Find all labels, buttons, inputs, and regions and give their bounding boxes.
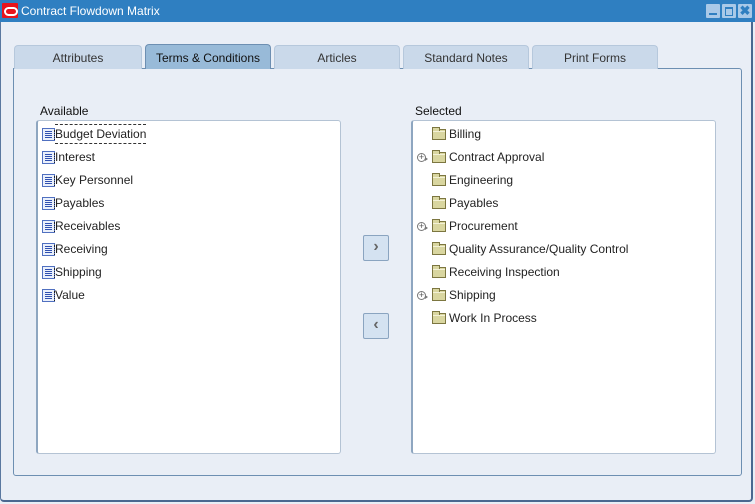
tree-node-label: Work In Process	[449, 311, 537, 325]
tree-node[interactable]: + Procurement	[413, 216, 713, 236]
tree-node[interactable]: Quality Assurance/Quality Control	[413, 239, 713, 259]
folder-icon	[432, 288, 446, 301]
tree-node-label: Payables	[449, 196, 499, 210]
folder-icon	[432, 173, 446, 186]
folder-icon	[432, 150, 446, 163]
minimize-button[interactable]	[706, 4, 720, 18]
tree-node-label: Procurement	[449, 219, 518, 233]
tab-print-forms[interactable]: Print Forms	[532, 45, 658, 69]
available-item-label: Budget Deviation	[55, 124, 147, 144]
window-title: Contract Flowdown Matrix	[21, 4, 160, 18]
available-item-label: Shipping	[55, 265, 102, 279]
folder-icon	[432, 311, 446, 324]
available-item-label: Receiving	[55, 242, 108, 256]
tab-articles[interactable]: Articles	[274, 45, 400, 69]
available-item-label: Interest	[55, 150, 96, 164]
folder-icon	[432, 127, 446, 140]
tree-node[interactable]: Billing	[413, 124, 713, 144]
selected-label: Selected	[415, 104, 462, 118]
folder-icon	[432, 265, 446, 278]
available-item-label: Payables	[55, 196, 105, 210]
tree-node-label: Billing	[449, 127, 482, 141]
tree-node-label: Contract Approval	[449, 150, 545, 164]
tree-node-label: Engineering	[449, 173, 514, 187]
available-item-label: Receivables	[55, 219, 121, 233]
tree-node[interactable]: + Shipping	[413, 285, 713, 305]
available-label: Available	[40, 104, 89, 118]
maximize-button[interactable]	[722, 4, 736, 18]
folder-icon	[432, 219, 446, 232]
document-icon	[42, 289, 55, 302]
tree-node[interactable]: Receiving Inspection	[413, 262, 713, 282]
chevron-left-icon: ‹	[373, 316, 379, 333]
close-button[interactable]: ✖	[738, 3, 752, 18]
available-item-label: Value	[55, 288, 85, 302]
document-icon	[42, 243, 55, 256]
tree-node[interactable]: Work In Process	[413, 308, 713, 328]
tab-terms-and-conditions[interactable]: Terms & Conditions	[145, 44, 271, 69]
tree-node[interactable]: + Contract Approval	[413, 147, 713, 167]
close-icon: ✖	[739, 3, 751, 18]
document-icon	[42, 220, 55, 233]
folder-icon	[432, 242, 446, 255]
chevron-right-icon: ›	[373, 238, 379, 255]
tab-standard-notes[interactable]: Standard Notes	[403, 45, 529, 69]
folder-icon	[432, 196, 446, 209]
document-icon	[42, 197, 55, 210]
oracle-logo-icon	[2, 3, 18, 18]
move-right-button[interactable]: ›	[363, 235, 389, 261]
tree-node[interactable]: Payables	[413, 193, 713, 213]
move-left-button[interactable]: ‹	[363, 313, 389, 339]
available-list[interactable]: Budget Deviation Interest Key Personnel …	[36, 120, 341, 454]
tree-node-label: Shipping	[449, 288, 496, 302]
document-icon	[42, 266, 55, 279]
tab-attributes[interactable]: Attributes	[14, 45, 142, 69]
tree-node-label: Receiving Inspection	[449, 265, 560, 279]
expand-icon[interactable]: +	[417, 153, 428, 162]
document-icon	[42, 174, 55, 187]
document-icon	[42, 151, 55, 164]
title-bar: Contract Flowdown Matrix ✖	[0, 0, 755, 22]
expand-icon[interactable]: +	[417, 291, 428, 300]
available-item-label: Key Personnel	[55, 173, 134, 187]
selected-tree[interactable]: Billing + Contract Approval Engineering …	[411, 120, 716, 454]
document-icon	[42, 128, 55, 141]
tree-node[interactable]: Engineering	[413, 170, 713, 190]
expand-icon[interactable]: +	[417, 222, 428, 231]
tree-node-label: Quality Assurance/Quality Control	[449, 242, 629, 256]
